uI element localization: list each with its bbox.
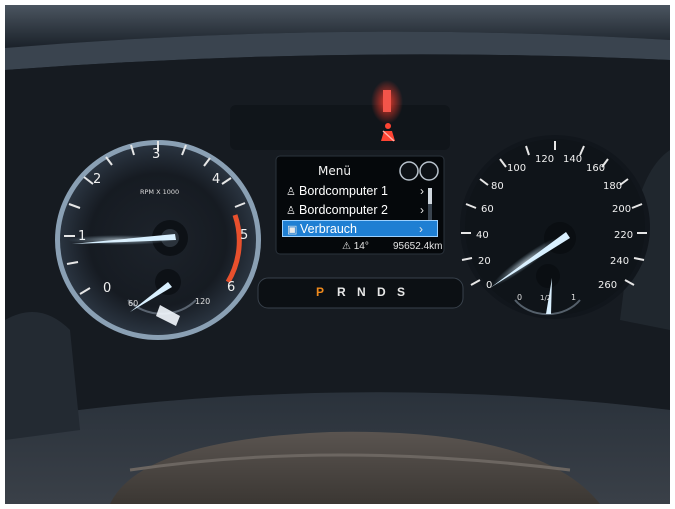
chevron-right-icon: › [420, 203, 424, 217]
speed-scale-40: 40 [476, 230, 489, 241]
tach-scale-4: 4 [212, 172, 220, 187]
chevron-right-icon: › [419, 222, 423, 236]
speed-scale-0: 0 [486, 280, 492, 291]
warning-bar [383, 90, 391, 112]
seat-icon: ♙ [286, 186, 296, 198]
tach-scale-2: 2 [93, 172, 101, 187]
tachometer: 0 1 2 3 4 5 6 RPM X 1000 60 120 [55, 140, 261, 340]
indicator-ring-right [419, 161, 439, 181]
speed-scale-160: 160 [586, 163, 605, 174]
speed-scale-200: 200 [612, 204, 631, 215]
menu-item-label: Bordcomputer 2 [299, 203, 388, 217]
gear-d: D [377, 285, 386, 299]
tach-scale-6: 6 [227, 280, 235, 295]
temp-label-high: 120 [195, 297, 210, 306]
speed-scale-100: 100 [507, 163, 526, 174]
display-title: Menü [318, 164, 351, 178]
speed-scale-20: 20 [478, 256, 491, 267]
outside-temp: 14° [353, 241, 369, 252]
speed-scale-240: 240 [610, 256, 629, 267]
menu-item-label: Bordcomputer 1 [299, 184, 388, 198]
fuel-label-half: 1/2 [540, 294, 551, 302]
menu-item-bordcomputer-1[interactable]: ♙ Bordcomputer 1 › [282, 183, 438, 200]
tach-scale-0: 0 [103, 281, 111, 296]
seat-icon: ♙ [286, 205, 296, 217]
menu-item-label: Verbrauch [300, 222, 357, 236]
speed-scale-80: 80 [491, 181, 504, 192]
gear-p: P [316, 285, 325, 299]
speed-scale-220: 220 [614, 230, 633, 241]
instrument-cluster-photo: 0 1 2 3 4 5 6 RPM X 1000 60 120 0 20 40 … [5, 5, 670, 504]
speedometer: 0 20 40 60 80 100 120 140 160 180 200 22… [460, 135, 650, 319]
tach-scale-3: 3 [152, 147, 160, 162]
gear-n: N [357, 285, 366, 299]
speed-scale-260: 260 [598, 280, 617, 291]
gear-s: S [397, 285, 406, 299]
indicator-ring-left [399, 161, 419, 181]
tach-scale-5: 5 [240, 228, 248, 243]
outside-temp-row: ⚠ 14° [342, 241, 369, 252]
fuel-label-full: 1 [571, 293, 576, 302]
speed-scale-180: 180 [603, 181, 622, 192]
menu-item-verbrauch[interactable]: ▣ Verbrauch › [282, 220, 438, 237]
menu-item-bordcomputer-2[interactable]: ♙ Bordcomputer 2 › [282, 202, 438, 219]
odometer: 95652.4km [393, 241, 443, 252]
gear-r: R [337, 285, 346, 299]
chevron-right-icon: › [420, 184, 424, 198]
fuel-pump-icon: ▣ [287, 224, 298, 236]
speed-scale-120: 120 [535, 154, 554, 165]
tach-unit-label: RPM X 1000 [140, 188, 179, 196]
speed-scale-60: 60 [481, 204, 494, 215]
speed-scale-140: 140 [563, 154, 582, 165]
fuel-label-empty: 0 [517, 293, 522, 302]
temp-label-low: 60 [128, 299, 138, 308]
road-icon: ⚠ [342, 241, 351, 252]
